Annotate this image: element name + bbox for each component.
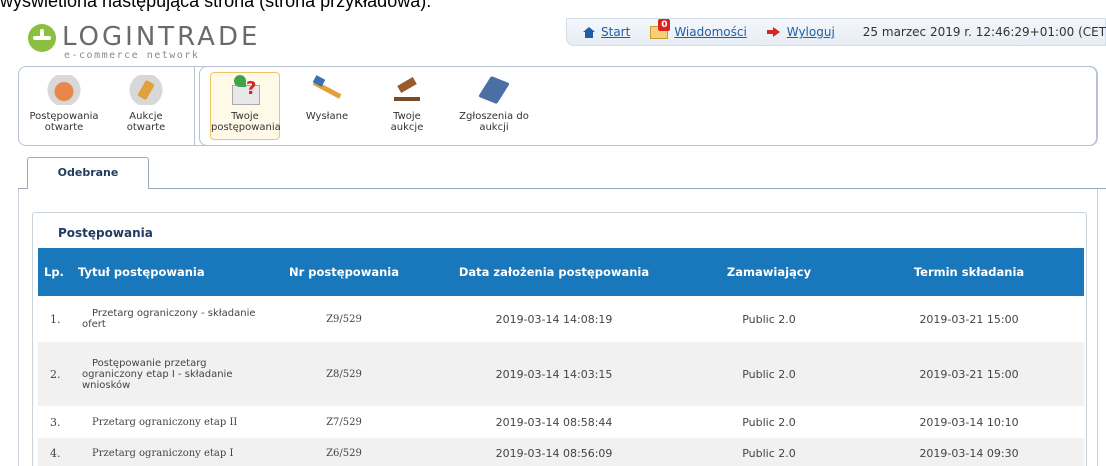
row-title-link[interactable]: Przetarg ograniczony etap II <box>78 406 264 438</box>
row-number: Z8/529 <box>326 368 362 380</box>
row-number: Z7/529 <box>326 416 362 428</box>
logout-link-label: Wyloguj <box>786 25 835 39</box>
row-created: 2019-03-14 08:58:44 <box>495 415 613 429</box>
row-created: 2019-03-14 14:03:15 <box>495 367 613 381</box>
toolbar-sent[interactable]: Wysłane <box>292 75 362 122</box>
hammer-icon <box>129 75 163 105</box>
logintrade-logo[interactable]: LOGINTRADE e-commerce network <box>28 22 288 62</box>
toolbar-your-proceedings-label-1: Twoje <box>231 111 259 122</box>
document-caption: wyświetlona następująca strona (strona p… <box>0 0 432 11</box>
green-arrow-icon <box>234 75 246 87</box>
row-lp: 2. <box>50 367 61 381</box>
toolbar-your-auctions-label-2: aukcje <box>390 122 424 133</box>
tab-divider <box>149 188 1106 189</box>
row-title-line: wniosków <box>82 379 131 391</box>
toolbar-your-proceedings-label-2: postępowania <box>211 122 281 133</box>
toolbar-open-proceedings-label-2: otwarte <box>44 122 84 133</box>
toolbar-auction-applications[interactable]: Zgłoszenia do aukcji <box>454 75 534 133</box>
row-title-line: Postępowanie przetarg <box>92 357 207 369</box>
row-title-line: ofert <box>82 319 106 330</box>
envelope-icon: 0 <box>650 18 671 39</box>
row-number: Z9/529 <box>326 313 362 325</box>
row-deadline: 2019-03-21 15:00 <box>919 312 1019 326</box>
row-buyer: Public 2.0 <box>742 312 796 326</box>
row-lp: 4. <box>50 446 61 460</box>
column-header-created[interactable]: Data założenia postępowania <box>424 248 684 296</box>
row-title-link[interactable]: Przetarg ograniczony etap I <box>78 438 264 466</box>
toolbar-open-proceedings-label-1: Postępowania <box>29 111 99 122</box>
row-title-link[interactable]: Postępowanie przetarg ograniczony etap I… <box>78 342 264 406</box>
toolbar-your-proceedings[interactable]: Twoje postępowania <box>210 72 281 140</box>
toolbar-sent-label: Wysłane <box>305 111 349 122</box>
logout-arrow-icon <box>766 27 781 37</box>
toolbar-open-proceedings[interactable]: Postępowania otwarte <box>29 75 99 133</box>
tab-received[interactable]: Odebrane <box>27 157 149 189</box>
home-icon <box>583 26 595 38</box>
row-buyer: Public 2.0 <box>742 446 796 460</box>
row-title-line: ograniczony etap I - składanie <box>82 368 233 380</box>
logout-link[interactable]: Wyloguj <box>766 25 835 39</box>
table-row[interactable]: 2. Postępowanie przetarg ograniczony eta… <box>38 342 1084 406</box>
row-created: 2019-03-14 14:08:19 <box>495 312 613 326</box>
gavel-icon <box>390 75 424 105</box>
column-header-number[interactable]: Nr postępowania <box>264 248 424 296</box>
toolbar-your-auctions-label-1: Twoje <box>393 111 421 122</box>
table-row[interactable]: 1. Przetarg ograniczony - składanie ofer… <box>38 296 1084 342</box>
column-header-lp[interactable]: Lp. <box>38 248 78 296</box>
row-number: Z6/529 <box>326 447 362 459</box>
row-deadline: 2019-03-14 09:30 <box>919 446 1019 460</box>
start-link[interactable]: Start <box>583 25 630 39</box>
section-title: Postępowania <box>58 226 153 240</box>
toolbar-open-auctions[interactable]: Aukcje otwarte <box>111 75 181 133</box>
row-created: 2019-03-14 08:56:09 <box>495 446 613 460</box>
logo-name: LOGINTRADE <box>62 22 261 52</box>
row-buyer: Public 2.0 <box>742 415 796 429</box>
logo-tagline: e-commerce network <box>64 50 200 61</box>
chat-bubbles-icon <box>47 75 81 105</box>
toolbar-auction-applications-label-2: aukcji <box>479 122 509 133</box>
column-header-deadline[interactable]: Termin składania <box>854 248 1084 296</box>
logo-mark-icon <box>28 24 56 52</box>
row-buyer: Public 2.0 <box>742 367 796 381</box>
inbox-question-icon <box>228 75 262 105</box>
row-title-line: Przetarg ograniczony etap II <box>92 416 238 428</box>
messages-link[interactable]: 0 Wiadomości <box>650 18 747 39</box>
main-toolbar: Postępowania otwarte Aukcje otwarte Twoj… <box>18 66 1098 146</box>
table-row[interactable]: 4. Przetarg ograniczony etap I Z6/529 20… <box>38 438 1084 466</box>
book-icon <box>477 75 511 105</box>
messages-link-label: Wiadomości <box>674 25 747 39</box>
current-datetime: 25 marzec 2019 r. 12:46:29+01:00 (CET) <box>862 25 1106 39</box>
table-header-row: Lp. Tytuł postępowania Nr postępowania D… <box>38 248 1084 296</box>
row-deadline: 2019-03-14 10:10 <box>919 415 1019 429</box>
column-header-buyer[interactable]: Zamawiający <box>684 248 854 296</box>
toolbar-auction-applications-label-1: Zgłoszenia do <box>459 111 529 122</box>
top-navigation-bar: Start 0 Wiadomości Wyloguj 25 marzec 201… <box>566 18 1106 46</box>
table-row[interactable]: 3. Przetarg ograniczony etap II Z7/529 2… <box>38 406 1084 438</box>
toolbar-open-auctions-label: Aukcje otwarte <box>126 111 166 133</box>
toolbar-group-open: Postępowania otwarte Aukcje otwarte <box>19 67 195 145</box>
pencil-icon <box>310 75 344 105</box>
row-lp: 1. <box>50 312 61 326</box>
messages-count-badge: 0 <box>658 18 671 31</box>
toolbar-group-user: Twoje postępowania Wysłane Twoje aukcje … <box>199 66 1097 146</box>
proceedings-table: Lp. Tytuł postępowania Nr postępowania D… <box>38 248 1084 466</box>
start-link-label: Start <box>601 25 631 39</box>
row-title-line: Przetarg ograniczony - składanie <box>92 308 256 319</box>
column-header-title[interactable]: Tytuł postępowania <box>78 248 264 296</box>
row-deadline: 2019-03-21 15:00 <box>919 367 1019 381</box>
toolbar-your-auctions[interactable]: Twoje aukcje <box>372 75 442 133</box>
row-lp: 3. <box>50 415 61 429</box>
row-title-link[interactable]: Przetarg ograniczony - składanie ofert <box>78 296 264 342</box>
row-title-line: Przetarg ograniczony etap I <box>92 447 234 459</box>
